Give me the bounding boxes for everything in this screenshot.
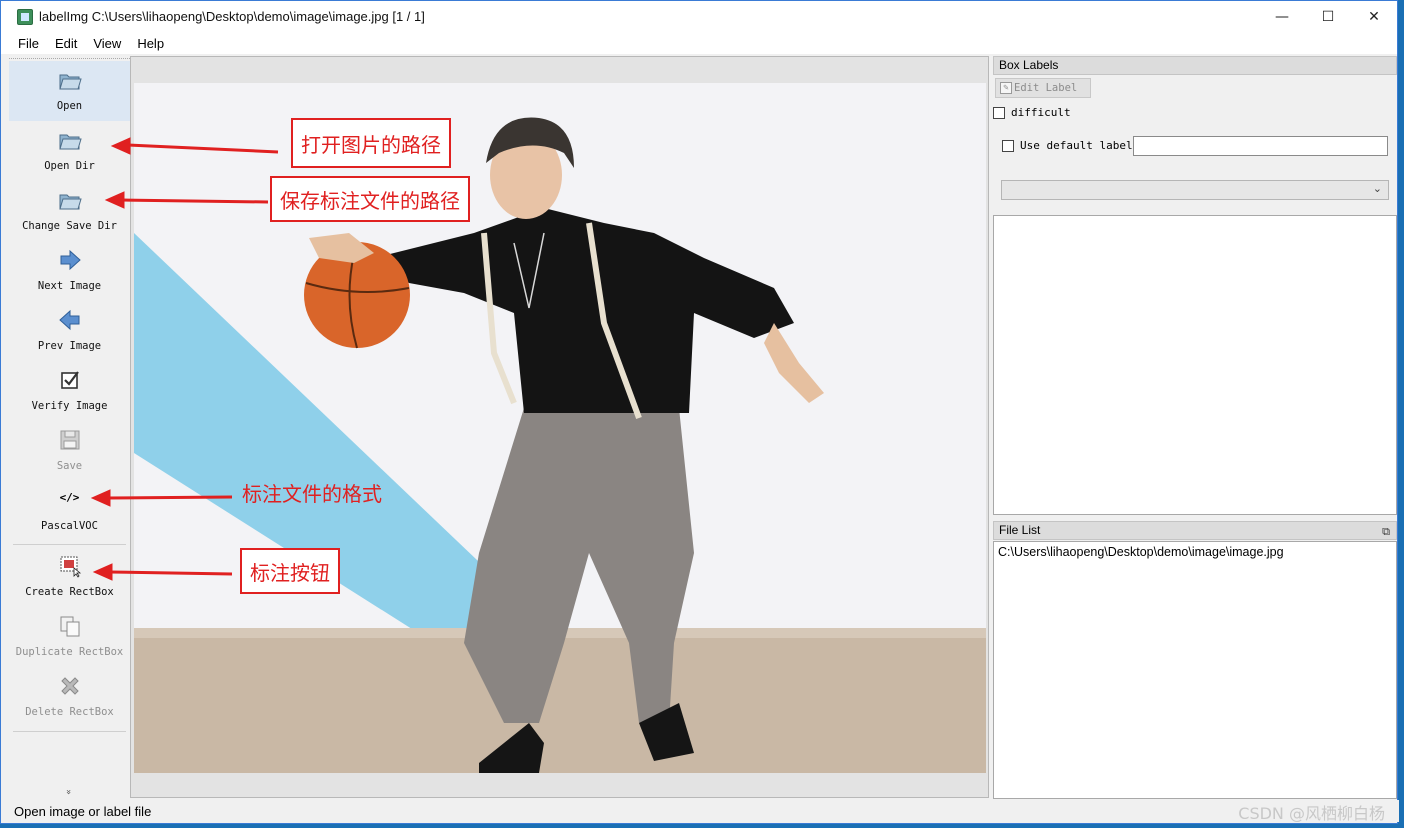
floppy-icon [60,430,79,450]
status-text: Open image or label file [14,803,152,819]
status-bar: Open image or label file [1,800,1399,822]
next-image-label: Next Image [37,280,102,292]
folder-icon [58,74,82,90]
basketball-photo [134,83,986,773]
prev-image-label: Prev Image [37,340,102,352]
difficult-row: difficult [993,106,1071,119]
image-canvas[interactable] [130,56,989,798]
check-box-icon [60,371,79,389]
menu-view[interactable]: View [85,36,129,51]
folder-icon [58,134,82,150]
delete-rectbox-label: Delete RectBox [25,706,114,718]
delete-x-icon [60,677,79,695]
open-label: Open [56,100,83,112]
window-controls: — ☐ ✕ [1259,1,1397,32]
file-list-item[interactable]: C:\Users\lihaopeng\Desktop\demo\image\im… [998,545,1284,559]
format-toggle-button[interactable]: </> PascalVOC [9,481,130,541]
app-logo-icon [17,8,33,25]
chevron-down-icon: ⌄ [1372,182,1382,195]
duplicate-rectbox-button[interactable]: Duplicate RectBox [9,607,130,667]
pencil-icon: ✎ [1000,82,1012,94]
box-labels-title: Box Labels [993,56,1397,75]
next-image-button[interactable]: Next Image [9,241,130,301]
rect-draw-icon [60,556,81,578]
maximize-button[interactable]: ☐ [1305,1,1351,32]
menu-file[interactable]: File [10,36,47,51]
toolbar-overflow-icon[interactable]: » [63,789,73,795]
default-label-input[interactable] [1133,136,1388,156]
annotation-save-dir: 保存标注文件的路径 [270,176,470,222]
arrow-right-icon [60,249,81,271]
toolbar-separator [13,731,126,732]
edit-label-button[interactable]: ✎ Edit Label [995,78,1091,98]
format-label: PascalVOC [41,520,98,532]
copy-icon [60,616,79,637]
delete-rectbox-button[interactable]: Delete RectBox [9,667,130,727]
save-button[interactable]: Save [9,421,130,481]
toolbar-separator [13,544,126,545]
code-icon: </> [59,491,80,504]
window-title: labelImg C:\Users\lihaopeng\Desktop\demo… [39,9,425,24]
title-bar: labelImg C:\Users\lihaopeng\Desktop\demo… [1,1,1397,32]
change-save-dir-button[interactable]: Change Save Dir [9,181,130,241]
minimize-button[interactable]: — [1259,1,1305,32]
annotation-format: 标注文件的格式 [242,482,382,506]
open-button[interactable]: Open [9,61,130,121]
file-list-title-text: File List [999,523,1041,537]
prev-image-button[interactable]: Prev Image [9,301,130,361]
edit-label-text: Edit Label [1014,82,1078,94]
duplicate-rectbox-label: Duplicate RectBox [15,646,124,658]
difficult-checkbox[interactable] [993,106,1005,119]
loaded-image [134,83,986,773]
menu-edit[interactable]: Edit [47,36,85,51]
label-combo-box[interactable]: ⌄ [1001,180,1389,200]
close-button[interactable]: ✕ [1351,1,1397,32]
arrow-left-icon [58,309,79,331]
app-window: labelImg C:\Users\lihaopeng\Desktop\demo… [0,0,1399,824]
box-label-list[interactable] [993,215,1397,515]
create-rectbox-button[interactable]: Create RectBox [9,547,130,607]
file-list[interactable]: C:\Users\lihaopeng\Desktop\demo\image\im… [993,541,1397,799]
folder-icon [58,194,82,210]
annotation-open-dir: 打开图片的路径 [291,118,451,168]
csdn-watermark: CSDN @风栖柳白杨 [1238,804,1385,823]
menu-bar: File Edit View Help [1,32,1397,54]
difficult-label: difficult [1011,106,1071,119]
left-toolbar: Open Open Dir Change Save Dir Next Image [9,58,130,798]
open-dir-label: Open Dir [44,160,95,172]
use-default-label-checkbox[interactable] [1002,139,1014,152]
save-label: Save [56,460,83,472]
use-default-label-row: Use default label [1002,139,1133,152]
create-rectbox-label: Create RectBox [25,586,114,598]
annotation-create: 标注按钮 [240,548,340,594]
menu-help[interactable]: Help [129,36,172,51]
change-save-dir-label: Change Save Dir [22,220,117,232]
verify-image-label: Verify Image [31,400,108,412]
verify-image-button[interactable]: Verify Image [9,361,130,421]
open-dir-button[interactable]: Open Dir [9,121,130,181]
use-default-label-text: Use default label [1020,139,1133,152]
file-list-title: File List ⧉ [993,521,1397,540]
float-dock-icon[interactable]: ⧉ [1382,524,1390,541]
